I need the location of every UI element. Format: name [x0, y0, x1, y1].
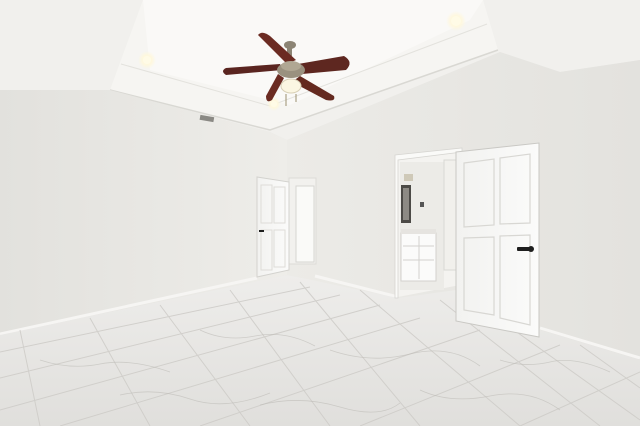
- bathroom-doorway: [394, 147, 463, 299]
- open-door-right: [455, 142, 540, 338]
- room-photo: [0, 0, 640, 426]
- open-door-left: [256, 176, 290, 278]
- fan-light: [280, 78, 302, 94]
- hallway-doorway: [288, 177, 317, 265]
- wall-sconce: [404, 174, 413, 181]
- door-handle: [259, 230, 264, 232]
